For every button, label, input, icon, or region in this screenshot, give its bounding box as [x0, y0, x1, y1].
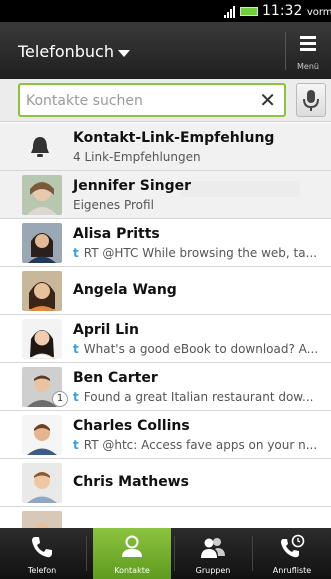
link-suggestion-subtitle: 4 Link-Empfehlungen [73, 150, 201, 164]
contact-row[interactable]: 1 Ben Carter t Found a great Italian rest… [0, 363, 331, 411]
microphone-icon [303, 90, 319, 111]
avatar [22, 415, 62, 455]
contact-name: Jennifer Singer [73, 178, 192, 194]
contact-status: t RT @HTC While browsing the web, ta... [73, 246, 318, 260]
avatar [22, 463, 62, 503]
contact-status: t Found a great Italian restaurant dow... [73, 390, 314, 404]
close-icon[interactable]: ✕ [259, 88, 276, 112]
contact-name: April Lin [73, 322, 139, 338]
avatar [22, 319, 62, 359]
contact-row[interactable]: Angela Wang [0, 267, 331, 315]
signal-icon [224, 6, 238, 18]
call-history-icon [281, 534, 305, 558]
tab-label: Telefon [27, 566, 57, 575]
profile-highlight [180, 181, 300, 197]
phone-icon [32, 537, 52, 558]
profile-row[interactable]: Jennifer Singer Eigenes Profil [0, 171, 331, 219]
link-suggestion-title: Kontakt-Link-Empfehlung [73, 130, 275, 146]
twitter-icon: t [73, 342, 79, 356]
contact-name: Ben Carter [73, 370, 158, 386]
menu-label: Menü [297, 62, 319, 71]
notification-badge: 1 [52, 391, 68, 407]
tab-label: Anrufliste [272, 566, 312, 575]
tab-label: Kontakte [114, 566, 150, 575]
tab-telefon[interactable]: Telefon [3, 528, 81, 579]
twitter-icon: t [73, 390, 79, 404]
avatar [22, 511, 62, 528]
avatar [22, 271, 62, 311]
bottom-nav: Telefon Kontakte Gruppen Anrufliste [0, 528, 331, 579]
tab-divider [86, 536, 87, 571]
header-divider [285, 32, 286, 70]
contact-list: Kontakt-Link-Empfehlung 4 Link-Empfehlun… [0, 123, 331, 528]
chevron-down-icon[interactable] [118, 50, 130, 57]
voice-search-button[interactable] [296, 83, 326, 117]
status-bar: 11:32 vorm. [0, 0, 331, 22]
contact-row[interactable]: Charles Collins t RT @htc: Access fave ap… [0, 411, 331, 459]
contact-name: Angela Wang [73, 282, 177, 298]
link-suggestion-row[interactable]: Kontakt-Link-Empfehlung 4 Link-Empfehlun… [0, 123, 331, 171]
app-header: Telefonbuch Menü [0, 22, 331, 79]
person-icon [122, 535, 142, 557]
contact-name: Alisa Pritts [73, 226, 160, 242]
contact-name: Charles Collins [73, 418, 190, 434]
contact-name: Chris Mathews [73, 474, 189, 490]
tab-label: Gruppen [195, 566, 231, 575]
contact-row[interactable] [0, 507, 331, 528]
clock: 11:32 vorm. [262, 3, 331, 19]
tab-anrufliste[interactable]: Anrufliste [253, 528, 331, 579]
contact-row[interactable]: Chris Mathews [0, 459, 331, 507]
battery-icon [240, 7, 258, 16]
search-bar: ✕ [0, 79, 331, 122]
contact-status: t RT @htc: Access fave apps on your n... [73, 438, 318, 452]
contact-row[interactable]: Alisa Pritts t RT @HTC While browsing the… [0, 219, 331, 267]
page-title[interactable]: Telefonbuch [18, 42, 114, 61]
search-field[interactable]: ✕ [18, 83, 286, 117]
twitter-icon: t [73, 438, 79, 452]
group-icon [201, 538, 225, 558]
bell-icon [31, 137, 49, 157]
menu-button[interactable]: Menü [288, 30, 328, 74]
menu-icon [300, 36, 316, 54]
tab-gruppen[interactable]: Gruppen [174, 528, 252, 579]
contact-status: t What's a good eBook to download? A... [73, 342, 319, 356]
profile-subtitle: Eigenes Profil [73, 198, 154, 212]
avatar [22, 175, 62, 215]
avatar [22, 223, 62, 263]
contact-row[interactable]: April Lin t What's a good eBook to downlo… [0, 315, 331, 363]
twitter-icon: t [73, 246, 79, 260]
tab-kontakte[interactable]: Kontakte [93, 528, 171, 579]
search-input[interactable] [26, 90, 256, 112]
